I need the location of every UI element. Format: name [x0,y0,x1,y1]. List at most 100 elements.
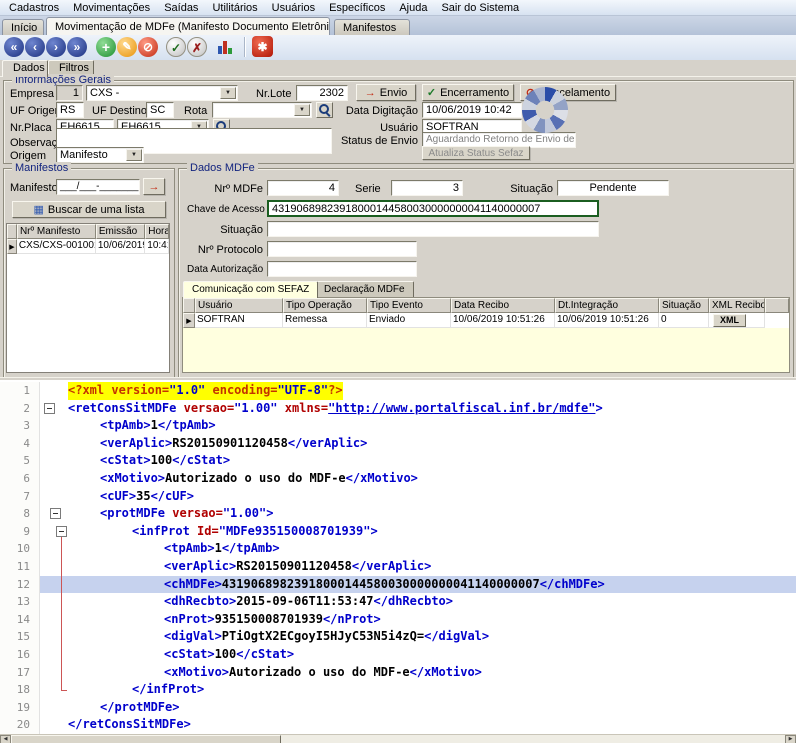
menu-item-usuarios[interactable]: Usuários [265,1,322,15]
fold-guide-line [61,537,62,690]
nr-mdfe-field: 4 [267,180,339,196]
horizontal-scrollbar[interactable]: ◀ ▶ [0,734,796,743]
serie-label: Serie [355,183,381,195]
menu-item-utilitarios[interactable]: Utilitários [205,1,264,15]
line-number: 14 [0,611,40,629]
empresa-code-field[interactable]: 1 [56,85,83,101]
menu-item-sair[interactable]: Sair do Sistema [434,1,526,15]
chave-acesso-field[interactable]: 4319068982391800014458003000000004114000… [267,200,599,217]
manifesto-go-button[interactable]: → [143,178,165,195]
cell-dt-integracao: 10/06/2019 10:51:26 [555,313,659,328]
xml-code: <dhRecbto>2015-09-06T11:53:47</dhRecbto> [164,593,453,611]
envio-button-label: Envio [380,87,408,99]
tab-inicio[interactable]: Início [2,19,44,35]
col-tipo-operacao: Tipo Operação [283,298,367,313]
xml-line-1: 1<?xml version="1.0" encoding="UTF-8"?> [0,382,796,400]
status-spinner-icon [522,87,568,133]
line-number: 12 [0,576,40,594]
insert-record-button[interactable]: + [96,37,116,57]
manifesto-row[interactable]: ▶ CXS/CXS-0010010 10/06/2019 10:41 [7,239,169,254]
tab-movimentacao-mdfe[interactable]: Movimentação de MDFe (Manifesto Document… [46,17,330,35]
xml-code: <chMDFe>43190689823918000144580030000000… [164,576,605,594]
protocolo-field [267,241,417,257]
digitacao-field: 10/06/2019 10:42 [422,102,522,118]
chevron-down-icon[interactable]: ▼ [220,87,236,99]
nr-mdfe-label: Nrº MDFe [187,183,263,195]
scrollbar-thumb[interactable] [11,735,281,743]
fold-collapse-icon[interactable] [44,403,55,414]
send-arrow-icon: → [365,87,376,99]
xml-code: <cUF>35</cUF> [100,488,194,506]
col-nr-manifesto: Nrº Manifesto [17,224,96,239]
cell-hora: 10:41 [145,239,169,254]
chevron-down-icon[interactable]: ▼ [126,149,142,161]
tab-dados[interactable]: Dados [2,60,48,77]
manifesto-mask-input[interactable]: ___/___-_______ [56,179,140,195]
tab-manifestos[interactable]: Manifestos [334,19,410,35]
line-number: 13 [0,593,40,611]
xml-code: <digVal>PTiOgtX2ECgoyI5HJyC53N5i4zQ=</di… [164,628,489,646]
edit-record-button[interactable]: ✎ [117,37,137,57]
origem-combo[interactable]: Manifesto ▼ [56,147,144,163]
scroll-left-button[interactable]: ◀ [0,735,11,743]
envio-button[interactable]: → Envio [356,84,416,101]
tab-comunicacao-label: Comunicação com SEFAZ [192,284,309,295]
rota-search-button[interactable] [316,102,333,118]
menu-item-cadastros[interactable]: Cadastros [2,1,66,15]
scroll-right-button[interactable]: ▶ [785,735,796,743]
tab-declaracao-mdfe[interactable]: Declaração MDFe [315,281,414,297]
xml-code: <verAplic>RS20150901120458</verAplic> [164,558,431,576]
rota-label: Rota [184,105,207,117]
atualiza-status-button[interactable]: Atualiza Status Sefaz [422,146,530,160]
cell-usuario: SOFTRAN [195,313,283,328]
comunicacao-sefaz-panel: Usuário Tipo Operação Tipo Evento Data R… [182,297,790,373]
situacao-label: Situação [187,224,263,236]
empresa-combo-value: CXS - [90,87,119,99]
encerramento-button[interactable]: ✓ Encerramento [422,84,514,101]
xml-line-14: 14<nProt>935150008701939</nProt> [0,611,796,629]
origem-combo-value: Manifesto [60,149,108,161]
chevron-down-icon[interactable]: ▼ [294,104,310,116]
chart-bar-icon [223,41,227,54]
xml-lines: 1<?xml version="1.0" encoding="UTF-8"?>2… [0,380,796,734]
manifestos-grid: Nrº Manifesto Emissão Hora ▶ CXS/CXS-001… [6,223,170,373]
fold-collapse-icon[interactable] [56,526,67,537]
lote-field[interactable]: 2302 [296,85,348,101]
tab-comunicacao-sefaz[interactable]: Comunicação com SEFAZ [183,281,318,298]
uf-destino-field[interactable]: SC [146,102,174,118]
group-dados-mdfe: Dados MDFe Nrº MDFe 4 Serie 3 Situação P… [178,168,794,378]
xml-code: <tpAmb>1</tpAmb> [100,417,216,435]
lote-label: Nr.Lote [256,88,291,100]
post-record-button[interactable]: ✓ [166,37,186,57]
menu-item-ajuda[interactable]: Ajuda [392,1,434,15]
line-number: 8 [0,505,40,523]
chart-button[interactable] [214,36,236,58]
xml-line-10: 10<tpAmb>1</tpAmb> [0,540,796,558]
last-record-button[interactable]: » [67,37,87,57]
xml-code: <infProt Id="MDFe935150008701939"> [132,523,378,541]
line-number: 11 [0,558,40,576]
fold-collapse-icon[interactable] [50,508,61,519]
protocolo-label: Nrº Protocolo [187,244,263,256]
uf-origem-field[interactable]: RS [56,102,84,118]
sefaz-row[interactable]: ▶ SOFTRAN Remessa Enviado 10/06/2019 10:… [183,313,789,328]
prior-record-button[interactable]: ‹ [25,37,45,57]
xml-recibo-button[interactable]: XML [713,314,746,327]
group-title: Manifestos [12,162,71,174]
menu-item-movimentacoes[interactable]: Movimentações [66,1,157,15]
buscar-lista-button[interactable]: ▦ Buscar de uma lista [12,201,166,218]
first-record-button[interactable]: « [4,37,24,57]
cancel-record-button[interactable]: ✗ [187,37,207,57]
cell-tipo-operacao: Remessa [283,313,367,328]
menu-item-especificos[interactable]: Específicos [322,1,392,15]
menu-item-saidas[interactable]: Saídas [157,1,205,15]
rota-combo[interactable]: ▼ [212,102,312,118]
xml-code: </infProt> [132,681,204,699]
empresa-combo[interactable]: CXS - ▼ [86,85,238,101]
line-number: 6 [0,470,40,488]
atualiza-status-label: Atualiza Status Sefaz [428,148,523,159]
xml-code: <verAplic>RS20150901120458</verAplic> [100,435,367,453]
next-record-button[interactable]: › [46,37,66,57]
sefaz-grid-header: Usuário Tipo Operação Tipo Evento Data R… [183,298,789,313]
delete-record-button[interactable]: ⊘ [138,37,158,57]
